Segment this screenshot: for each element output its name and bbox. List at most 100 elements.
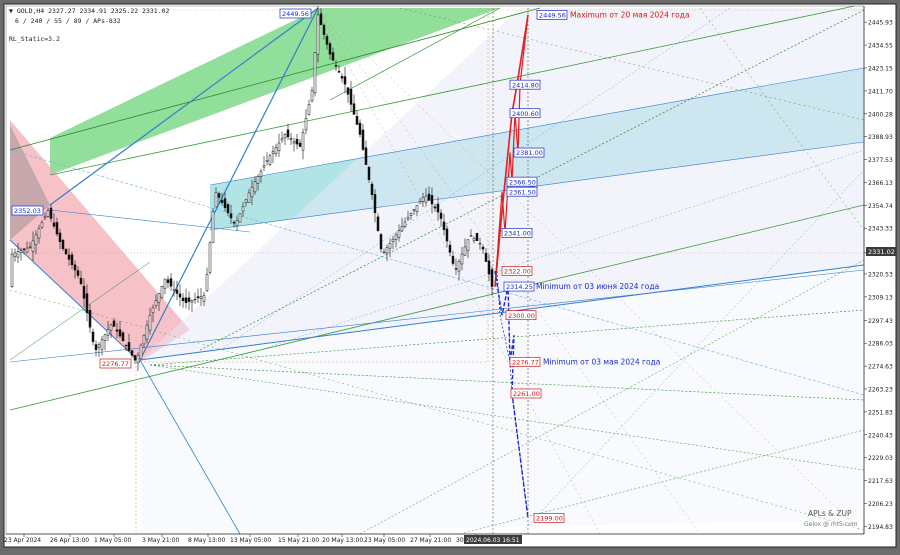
candle	[226, 204, 230, 214]
candle	[271, 151, 275, 154]
x-tick-label: 30	[456, 537, 464, 544]
candle	[265, 160, 269, 162]
y-tick-label: 2309.13	[868, 294, 893, 301]
candle	[40, 222, 44, 228]
candle	[148, 314, 152, 331]
y-tick-label: 2217.63	[868, 478, 893, 485]
annotation: Maximum от 20 мая 2024 года	[570, 10, 690, 19]
candle	[43, 216, 47, 219]
candle	[85, 293, 89, 314]
y-tick-label: 2377.53	[868, 157, 893, 164]
candle	[73, 264, 77, 271]
candle	[463, 246, 467, 256]
candle	[304, 118, 308, 131]
candle	[397, 230, 401, 238]
candle	[220, 199, 224, 203]
y-tick-label: 2423.15	[868, 65, 893, 72]
projection-level-label: 2261.00	[513, 390, 540, 398]
candle	[298, 142, 302, 147]
candle	[67, 254, 71, 260]
candle	[367, 166, 371, 180]
candle	[328, 43, 332, 55]
candle	[277, 142, 281, 151]
y-tick-label: 2286.03	[868, 341, 893, 348]
candle	[19, 250, 23, 253]
x-tick-label: 3 May 21:00	[142, 537, 180, 544]
candle	[259, 170, 263, 177]
projection-level: 2414.80	[509, 79, 541, 90]
candle	[79, 277, 83, 285]
candle	[10, 253, 14, 287]
candle	[16, 251, 20, 258]
candle	[322, 24, 326, 35]
candle	[154, 300, 158, 307]
y-tick-label: 2343.33	[868, 226, 893, 233]
candle	[334, 64, 338, 67]
params-info: 6 / 240 / 55 / 89 / APs-832	[15, 17, 121, 25]
candle	[421, 197, 425, 202]
projection-level-label: 2314.25	[506, 283, 533, 291]
indicator-info: RL_Static=3.2	[9, 35, 60, 43]
candle	[178, 293, 182, 298]
candle	[118, 329, 122, 337]
candle	[442, 221, 446, 231]
candle	[478, 242, 482, 245]
candle	[430, 195, 434, 205]
price-chart[interactable]: 2449.56 2414.80 2400.60 2381.00 2366.50 2361.…	[0, 0, 900, 551]
candle	[52, 222, 56, 227]
projection-level-label: 2361.50	[509, 188, 536, 196]
projection-level: 2361.50	[506, 186, 538, 197]
projection-level-label: 2414.80	[512, 81, 539, 89]
projection-level-label: 2400.60	[512, 110, 539, 118]
projection-level: 2400.60	[509, 108, 541, 119]
pivot-label: 2352.03	[11, 205, 44, 216]
candle	[22, 248, 26, 250]
candle	[289, 138, 293, 140]
y-tick-label: 2320.53	[868, 271, 893, 278]
candle	[391, 238, 395, 242]
x-tick-label: 23 Apr 2024	[4, 537, 41, 544]
candle	[439, 212, 443, 219]
y-tick-label: 2240.43	[868, 432, 893, 439]
projection-level-label: 2322.00	[504, 268, 531, 276]
candle	[436, 203, 440, 213]
candle	[139, 344, 143, 360]
candle	[256, 176, 260, 184]
candle	[34, 234, 38, 245]
y-tick-label: 2388.93	[868, 134, 893, 141]
candle	[49, 207, 53, 219]
projection-level: 2322.00	[501, 266, 533, 276]
candle	[121, 332, 125, 342]
annotation: Minimum от 03 мая 2024 года	[543, 357, 660, 366]
candle	[415, 205, 419, 212]
candle	[454, 268, 458, 270]
candle	[247, 192, 251, 203]
pivot-label-text: 2449.56	[282, 10, 309, 18]
y-tick-label: 2434.55	[868, 43, 893, 50]
candle	[166, 279, 170, 283]
x-tick-label: 20 May 13:00	[322, 537, 363, 544]
candle	[292, 141, 296, 144]
projection-level-label: 2300.00	[508, 312, 535, 320]
candle	[358, 122, 362, 135]
projection-level: 2300.00	[505, 310, 537, 321]
pivot-label: 2276.77	[99, 358, 132, 369]
projection-level-label: 2366.50	[509, 178, 536, 186]
candle	[130, 350, 134, 356]
candle	[412, 209, 416, 212]
candle	[487, 260, 491, 275]
candle	[190, 300, 194, 303]
candle	[433, 206, 437, 209]
candle	[460, 253, 464, 265]
candle	[340, 76, 344, 79]
candle	[13, 252, 17, 257]
candle	[409, 213, 413, 216]
projection-level: 2276.77	[509, 356, 541, 367]
candle	[352, 103, 356, 115]
candle	[472, 237, 476, 241]
candle	[346, 87, 350, 95]
candle	[145, 324, 149, 340]
projection-level-label: 2199.00	[536, 515, 563, 523]
candle	[451, 256, 455, 264]
candle	[286, 129, 290, 138]
